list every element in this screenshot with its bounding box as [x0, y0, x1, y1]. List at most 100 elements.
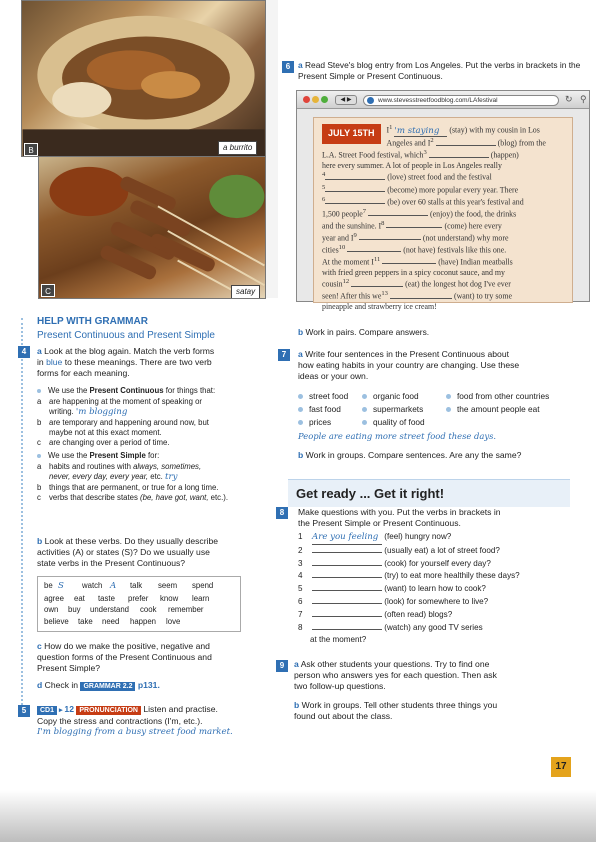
- answer-blank[interactable]: [312, 551, 382, 553]
- ideas-column-2: organic food supermarkets quality of foo…: [362, 390, 425, 429]
- exercise-4b-letter: b: [37, 536, 43, 546]
- blue-word: blue: [46, 357, 63, 367]
- answer-pc-a: 'm blogging: [75, 406, 128, 417]
- exercise-4a: a Look at the blog again. Match the verb…: [37, 346, 215, 378]
- burrito-caption: a burrito: [218, 141, 258, 156]
- page-number: 17: [551, 757, 571, 777]
- exercise-4a-letter: a: [37, 346, 42, 356]
- exercise-8-items: 1 Are you feeling (feel) hungry now? 2 (u…: [298, 531, 588, 647]
- exercise-6-number: 6: [282, 61, 294, 73]
- exercise-7-example: People are eating more street food these…: [298, 431, 497, 441]
- photo-letter-c: C: [41, 284, 55, 297]
- blog-entry: JULY 15TH I1 'm staying (stay) with my c…: [313, 117, 573, 311]
- question-item: 1 Are you feeling (feel) hungry now?: [298, 531, 588, 545]
- blog-line: with fried green peppers in a spicy coco…: [322, 267, 505, 277]
- exercise-7-number: 7: [278, 349, 290, 361]
- back-forward-icon[interactable]: ◀ ▶: [335, 95, 357, 105]
- blog-line: 6 (be) over 60 stalls at this year's fes…: [322, 195, 524, 207]
- exercise-8-instruction: Make questions with you. Put the verbs i…: [298, 507, 501, 528]
- close-dot-icon[interactable]: [303, 96, 310, 103]
- exercise-4b: b Look at these verbs. Do they usually d…: [37, 536, 219, 568]
- pronunciation-badge: PRONUNCIATION: [76, 706, 141, 715]
- answer-blank[interactable]: [312, 577, 382, 579]
- exercise-9b-letter: b: [294, 700, 300, 710]
- scan-bottom-shadow: [0, 790, 596, 842]
- blog-line: year and I9 (not understand) why more: [322, 231, 509, 243]
- address-bar[interactable]: www.stevesstreetfoodblog.com/LAfestival: [363, 95, 559, 106]
- question-item: 6 (look) for somewhere to live?: [298, 596, 489, 606]
- grammar-page-link[interactable]: p131.: [138, 680, 160, 690]
- exercise-8-number: 8: [276, 507, 288, 519]
- exercise-6b: b Work in pairs. Compare answers.: [298, 327, 429, 338]
- exercise-4d: d Check in GRAMMAR 2.2 p131.: [37, 680, 160, 691]
- photo-margin-strip: [266, 0, 278, 298]
- help-title: HELP WITH GRAMMAR: [37, 316, 148, 327]
- exercise-9a: a Ask other students your questions. Try…: [294, 659, 497, 691]
- blog-date: JULY 15TH: [322, 124, 381, 144]
- blog-line: cities10 (not have) festivals like this …: [322, 243, 507, 255]
- minimize-dot-icon[interactable]: [312, 96, 319, 103]
- question-item: 7 (often read) blogs?: [298, 609, 453, 619]
- answer-blank[interactable]: [312, 602, 382, 604]
- cd-badge: CD1: [37, 706, 58, 715]
- answer-ps-a: try: [165, 471, 178, 482]
- help-section-dotted-rule: [21, 318, 23, 713]
- answer-blank[interactable]: [312, 628, 382, 630]
- blog-line: pineapple and strawberry ice cream!: [322, 302, 437, 312]
- answer-blank[interactable]: [312, 615, 382, 617]
- exercise-4d-letter: d: [37, 680, 43, 690]
- blog-line: 1,500 people7 (enjoy) the food, the drin…: [322, 207, 517, 219]
- blog-line: 5 (become) more popular every year. Ther…: [322, 183, 519, 195]
- pronunciation-example: I'm blogging from a busy street food mar…: [37, 726, 233, 737]
- exercise-7b-letter: b: [298, 450, 304, 460]
- blog-line: and the sunshine. I8 (come) here every: [322, 219, 502, 231]
- url-text: www.stevesstreetfoodblog.com/LAfestival: [378, 97, 498, 104]
- blog-line: cousin12 (eat) the longest hot dog I've …: [322, 278, 511, 289]
- exercise-6b-text: Work in pairs. Compare answers.: [305, 327, 430, 337]
- reload-icon[interactable]: ↻: [565, 94, 573, 106]
- question-item: 4 (try) to eat more healthily these days…: [298, 571, 520, 581]
- satay-caption: satay: [231, 285, 261, 298]
- satay-illustration: [49, 166, 265, 298]
- answer-blank[interactable]: [312, 564, 382, 566]
- exercise-6a-text: Read Steve's blog entry from Los Angeles…: [298, 60, 581, 81]
- exercise-4c-letter: c: [37, 641, 42, 651]
- blog-line: At the moment I11 (have) Indian meatball…: [322, 255, 513, 267]
- answer-blank[interactable]: [312, 590, 382, 592]
- question-item-8-continuation: at the moment?: [310, 635, 367, 645]
- exercise-9-number: 9: [276, 660, 288, 672]
- exercise-7b: b Work in groups. Compare sentences. Are…: [298, 450, 522, 460]
- maximize-dot-icon[interactable]: [321, 96, 328, 103]
- blog-line: here every summer. A lot of people in Lo…: [322, 161, 502, 171]
- blog-line: L.A. Street Food festival, which3 (happe…: [322, 149, 519, 160]
- exercise-6a-letter: a: [298, 60, 303, 70]
- satay-photo: C satay: [38, 156, 266, 299]
- exercise-7a: a Write four sentences in the Present Co…: [298, 349, 520, 381]
- word-row: be Swatch Atalk seem spend: [44, 581, 214, 591]
- exercise-5-number: 5: [18, 705, 30, 717]
- question-item: 3 (cook) for yourself every day?: [298, 558, 491, 568]
- question-item: 2 (usually eat) a lot of street food?: [298, 545, 500, 555]
- exercise-6a-instruction: a Read Steve's blog entry from Los Angel…: [298, 60, 590, 82]
- burrito-illustration: [22, 15, 265, 156]
- help-subtitle: Present Continuous and Present Simple: [37, 330, 215, 341]
- word-row: own buy understand cook remember: [44, 605, 204, 614]
- track-number: 12: [64, 704, 74, 714]
- exercise-7a-letter: a: [298, 349, 303, 359]
- verb-word-box: be Swatch Atalk seem spend agree eat taste pref…: [37, 576, 241, 632]
- search-icon[interactable]: ⚲: [580, 94, 587, 106]
- get-ready-banner: Get ready ... Get it right!: [288, 479, 570, 507]
- exercise-9a-letter: a: [294, 659, 299, 669]
- exercise-4c: c How do we make the positive, negative …: [37, 641, 212, 673]
- exercise-4-number: 4: [18, 346, 30, 358]
- question-item: 5 (want) to learn how to cook?: [298, 584, 486, 594]
- word-row: agree eat taste prefer know learn: [44, 593, 210, 603]
- exercise-9b: b Work in groups. Tell other students th…: [294, 700, 498, 721]
- grammar-reference-badge[interactable]: GRAMMAR 2.2: [80, 682, 136, 691]
- ideas-column-1: street food fast food prices: [298, 390, 348, 429]
- browser-toolbar: ◀ ▶ www.stevesstreetfoodblog.com/LAfesti…: [297, 91, 589, 109]
- get-ready-title: Get ready ... Get it right!: [296, 486, 445, 501]
- question-answer-1: Are you feeling: [312, 531, 382, 545]
- exercise-5: CD1 ▸ 12 PRONUNCIATION Listen and practi…: [37, 704, 267, 738]
- word-row: believe take need happen love: [44, 616, 181, 626]
